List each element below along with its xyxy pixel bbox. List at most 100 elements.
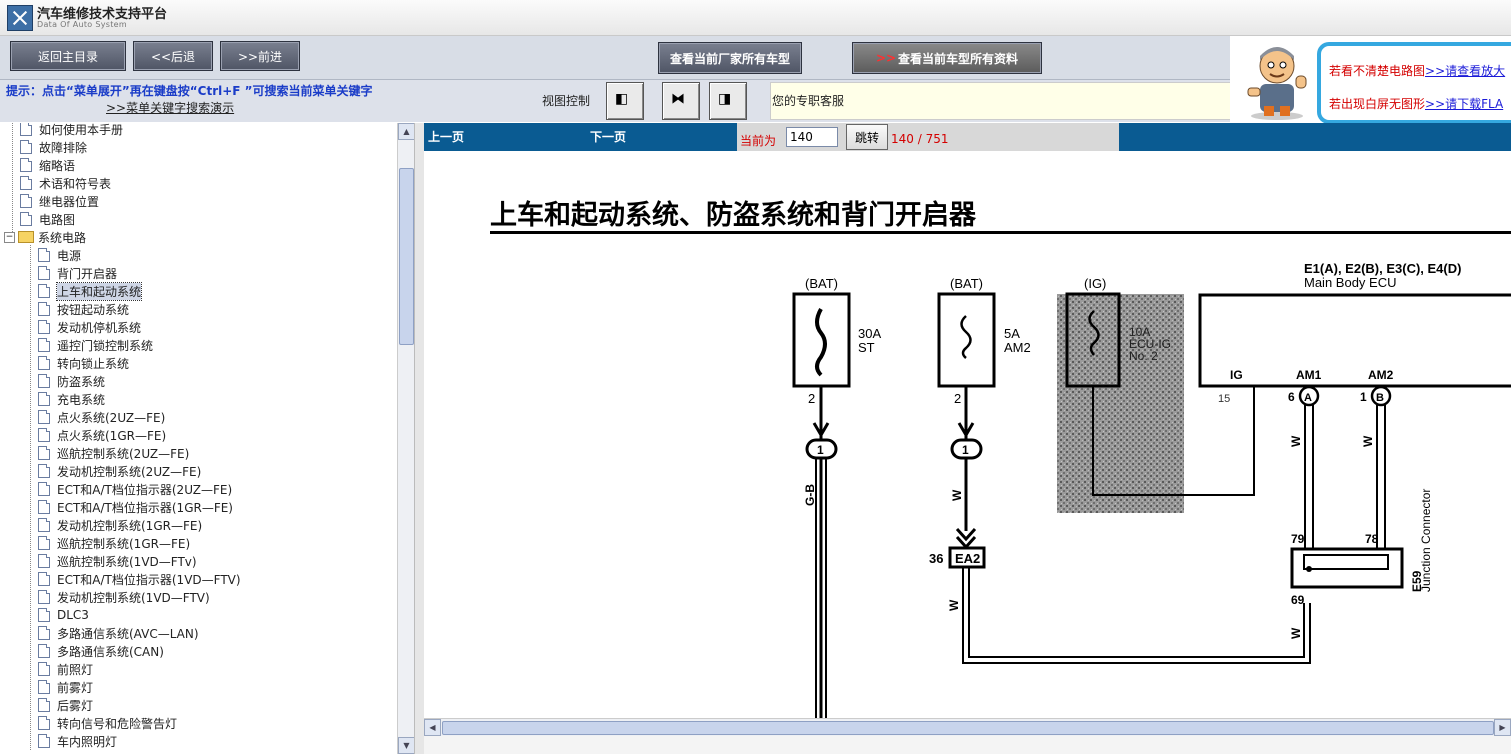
tree-child-item[interactable]: ECT和A/T档位指示器(1VD—FTV) <box>38 570 241 588</box>
document-icon <box>38 554 50 568</box>
all-models-button[interactable]: 查看当前厂家所有车型 <box>658 42 802 74</box>
conn2-label: 1 <box>962 443 969 457</box>
wire2a-color: W <box>950 489 964 501</box>
tree-child-item[interactable]: 发动机控制系统(2UZ—FE) <box>38 462 201 480</box>
tree-child-label: ECT和A/T档位指示器(1VD—FTV) <box>57 572 241 587</box>
tree-child-item[interactable]: DLC3 <box>38 606 89 624</box>
home-button[interactable]: 返回主目录 <box>10 41 126 71</box>
tree-child-item[interactable]: 转向信号和危险警告灯 <box>38 714 177 732</box>
document-icon <box>38 392 50 406</box>
scroll-up-icon[interactable]: ▲ <box>398 123 415 140</box>
back-button[interactable]: <<后退 <box>133 41 213 71</box>
am2-conn-label: B <box>1376 392 1384 404</box>
scroll-left-icon[interactable]: ◀ <box>424 719 441 736</box>
document-icon <box>38 662 50 676</box>
tree-child-item[interactable]: ECT和A/T档位指示器(1GR—FE) <box>38 498 233 516</box>
prev-page-link[interactable]: 上一页 <box>428 128 464 145</box>
document-icon <box>20 176 32 190</box>
wire2b-color: W <box>947 599 961 611</box>
fuse1-amp: 30A <box>858 326 881 341</box>
tree-child-item[interactable]: 多路通信系统(CAN) <box>38 642 164 660</box>
fuse1-pin: 2 <box>808 391 815 406</box>
zoom-link[interactable]: >>请查看放大 <box>1425 64 1505 78</box>
tree-child-label: 转向信号和危险警告灯 <box>57 716 178 731</box>
tree-child-item[interactable]: 巡航控制系统(1GR—FE) <box>38 534 190 552</box>
diagram-canvas: 上车和起动系统、防盗系统和背门开启器 (BAT) 30A ST 2 1 G-B … <box>490 199 1511 718</box>
tree-child-label: 电源 <box>57 248 82 263</box>
tree-scrollbar[interactable]: ▲ ▼ <box>397 123 415 754</box>
tree-child-item[interactable]: 点火系统(2UZ—FE) <box>38 408 165 426</box>
tree-child-item[interactable]: 背门开启器 <box>38 264 117 282</box>
document-icon <box>38 572 50 586</box>
tree-scroll-thumb[interactable] <box>399 168 414 345</box>
tree-item-relay-locations[interactable]: 继电器位置 <box>20 192 99 210</box>
tree-item-troubleshooting[interactable]: 故障排除 <box>20 138 87 156</box>
collapse-icon[interactable]: − <box>4 231 15 243</box>
diagram-hscrollbar[interactable]: ◀ ▶ <box>424 718 1511 736</box>
tree-child-item[interactable]: ECT和A/T档位指示器(2UZ—FE) <box>38 480 232 498</box>
ecu-ig-label: IG <box>1230 368 1243 382</box>
page-number-input[interactable] <box>786 127 838 147</box>
search-demo-link[interactable]: >>菜单关键字搜索演示 <box>106 99 234 116</box>
tree-child-label: 发动机控制系统(1VD—FTV) <box>57 590 210 605</box>
fuse1-source: (BAT) <box>805 276 838 291</box>
tree-child-item[interactable]: 多路通信系统(AVC—LAN) <box>38 624 199 642</box>
scroll-right-icon[interactable]: ▶ <box>1494 719 1511 736</box>
document-icon <box>20 194 32 208</box>
view-control-label: 视图控制 <box>542 94 591 108</box>
tree-child-item[interactable]: 点火系统(1GR—FE) <box>38 426 166 444</box>
tree-item-label: 系统电路 <box>38 230 87 245</box>
tree-child-item[interactable]: 巡航控制系统(1VD—FTv) <box>38 552 197 570</box>
hscroll-thumb[interactable] <box>442 721 1494 735</box>
document-icon <box>38 482 50 496</box>
fuse2-name: AM2 <box>1004 340 1031 355</box>
tree-child-item[interactable]: 电源 <box>38 246 81 264</box>
tree-child-item[interactable]: 按钮起动系统 <box>38 300 129 318</box>
tree-child-item[interactable]: 上车和起动系统 <box>38 281 143 301</box>
tree-item-manual[interactable]: 如何使用本手册 <box>20 123 123 138</box>
jc-pin-78: 78 <box>1365 532 1379 546</box>
tree-item-system-circuits[interactable]: − 系统电路 <box>4 228 86 246</box>
download-flash-link[interactable]: >>请下载FLA <box>1425 97 1503 111</box>
tree-item-wiring[interactable]: 电路图 <box>20 210 75 228</box>
tree-item-abbreviations[interactable]: 缩略语 <box>20 156 75 174</box>
wire-w2: W <box>1361 435 1375 447</box>
mascot-icon <box>1247 47 1307 120</box>
document-icon <box>38 284 50 298</box>
tree-child-label: ECT和A/T档位指示器(1GR—FE) <box>57 500 233 515</box>
forward-button[interactable]: >>前进 <box>220 41 300 71</box>
all-docs-button[interactable]: >> 查看当前车型所有资料 <box>852 42 1042 74</box>
ea2-pin: 36 <box>929 551 943 566</box>
am1-conn-label: A <box>1304 392 1312 404</box>
tree-child-item[interactable]: 发动机停机系统 <box>38 318 141 336</box>
tree-child-item[interactable]: 发动机控制系统(1VD—FTV) <box>38 588 210 606</box>
tree-item-glossary[interactable]: 术语和符号表 <box>20 174 111 192</box>
expand-left-button[interactable]: ◧ <box>606 82 644 120</box>
tree-child-item[interactable]: 遥控门锁控制系统 <box>38 336 153 354</box>
jc-pin-69: 69 <box>1291 593 1305 607</box>
next-page-link[interactable]: 下一页 <box>590 128 626 145</box>
tree-child-item[interactable]: 转向锁止系统 <box>38 354 129 372</box>
tree-child-item[interactable]: 前照灯 <box>38 660 93 678</box>
tree-child-label: 前照灯 <box>57 662 94 677</box>
tree-child-item[interactable]: 充电系统 <box>38 390 105 408</box>
jump-button[interactable]: 跳转 <box>846 124 888 150</box>
tree-child-item[interactable]: 发动机控制系统(1GR—FE) <box>38 516 202 534</box>
document-icon <box>38 536 50 550</box>
tree-child-item[interactable]: 后雾灯 <box>38 696 93 714</box>
am2-pin: 1 <box>1360 390 1367 404</box>
tree-child-item[interactable]: 车内照明灯 <box>38 732 117 750</box>
tree-item-label: 缩略语 <box>39 158 76 173</box>
tree-item-label: 电路图 <box>39 212 76 227</box>
expand-left-icon: ◧ <box>615 91 629 107</box>
split-view-button[interactable]: ⧓ <box>662 82 700 120</box>
document-icon <box>38 320 50 334</box>
fuse1-name: ST <box>858 340 875 355</box>
tree-child-item[interactable]: 防盗系统 <box>38 372 105 390</box>
document-icon <box>38 500 50 514</box>
document-icon <box>38 644 50 658</box>
collapse-left-button[interactable]: ◨ <box>709 82 747 120</box>
tree-child-item[interactable]: 巡航控制系统(2UZ—FE) <box>38 444 189 462</box>
tree-child-item[interactable]: 前雾灯 <box>38 678 93 696</box>
scroll-down-icon[interactable]: ▼ <box>398 737 415 754</box>
